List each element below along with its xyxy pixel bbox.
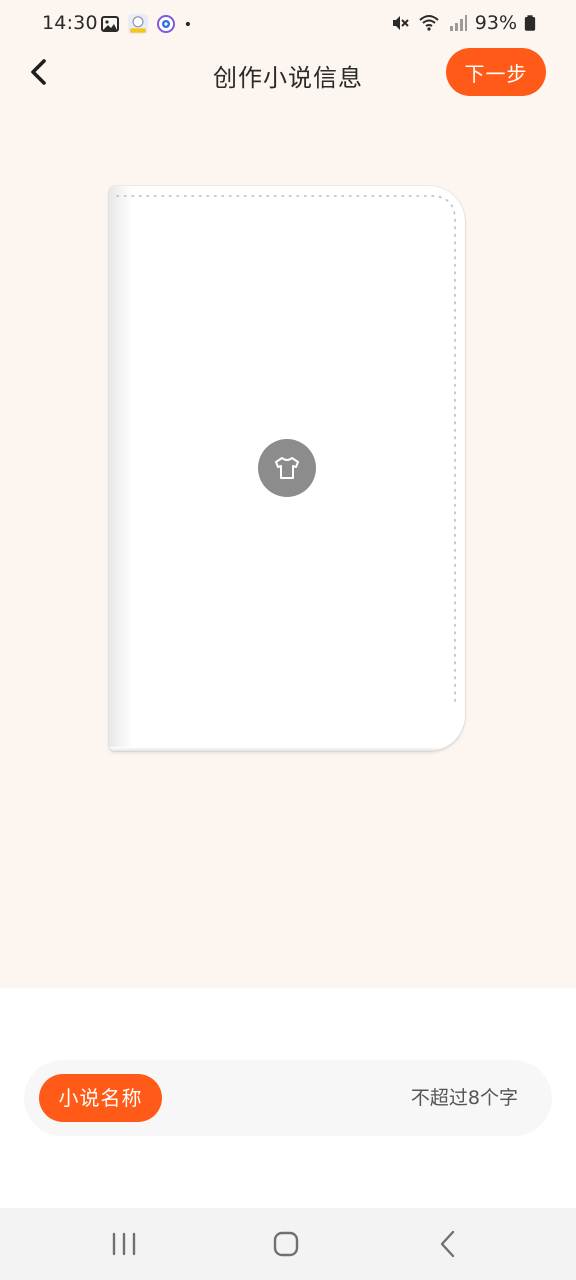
novel-name-input[interactable] [174, 1074, 534, 1122]
back-icon [440, 1230, 455, 1258]
novel-name-field: 小说名称 [24, 1060, 552, 1136]
status-time: 14:30 [42, 12, 98, 34]
mute-icon [392, 16, 409, 30]
navigation-bar [0, 1208, 576, 1280]
system-back-button[interactable] [428, 1228, 468, 1260]
screen: 14:30 93% 创作小说信息 下一步 小说名称 不超过8个字 [0, 0, 576, 1280]
app-avatar-icon [128, 14, 148, 34]
home-button[interactable] [266, 1228, 306, 1260]
home-icon [273, 1231, 299, 1257]
choose-cover-button[interactable] [258, 439, 316, 497]
gallery-icon [101, 16, 119, 32]
status-icons-left [100, 13, 197, 35]
notification-dot-icon [185, 21, 190, 27]
top-area: 14:30 93% 创作小说信息 下一步 [0, 0, 576, 988]
status-right: 93% [390, 12, 536, 34]
novel-cover-preview[interactable] [109, 186, 465, 751]
novel-name-label: 小说名称 [39, 1074, 162, 1122]
recents-button[interactable] [104, 1228, 144, 1260]
battery-percent: 93% [474, 12, 517, 34]
signal-icon [449, 15, 467, 31]
status-bar: 14:30 93% [0, 0, 576, 48]
wifi-icon [419, 15, 439, 31]
tshirt-icon [275, 457, 299, 479]
next-step-button[interactable]: 下一步 [446, 48, 546, 96]
camera-lens-icon [157, 15, 175, 33]
battery-icon [524, 15, 536, 31]
recents-icon [112, 1232, 136, 1256]
book-bottom-edge [109, 747, 465, 751]
header: 创作小说信息 下一步 [0, 48, 576, 98]
